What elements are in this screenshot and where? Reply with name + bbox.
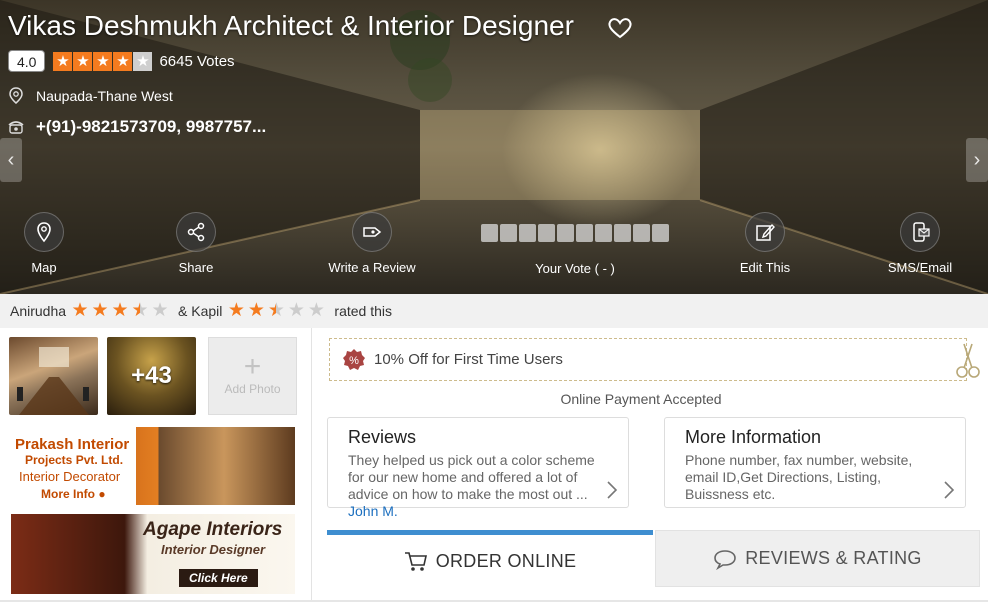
play-circle-icon: ● <box>98 487 106 501</box>
rating-row: 4.0 ★ ★ ★ ★ ★ 6645 Votes <box>8 50 235 72</box>
star-icon: ★ <box>133 51 153 71</box>
shopping-cart-icon <box>404 552 427 571</box>
vote-scale[interactable] <box>470 224 680 242</box>
reviews-card[interactable]: Reviews They helped us pick out a color … <box>327 417 629 519</box>
offer-text: 10% Off for First Time Users <box>374 351 563 368</box>
more-info-title: More Information <box>685 427 822 447</box>
reviews-title: Reviews <box>348 427 417 447</box>
map-pin-icon <box>37 222 51 243</box>
ad-tagline: Interior Decorator <box>19 469 121 484</box>
business-name: Vikas Deshmukh Architect & Interior Desi… <box>8 10 574 41</box>
ad-title: Agape Interiors <box>143 519 283 540</box>
gallery-next-button[interactable]: › <box>966 138 988 182</box>
ad-prakash-interior[interactable]: Prakash Interior Projects Pvt. Ltd. Inte… <box>11 427 295 505</box>
phone-text: +(91)-9821573709, 9987757... <box>36 117 267 136</box>
ad-more-info-link[interactable]: More Info ● <box>41 487 106 501</box>
rated-this-text: rated this <box>334 303 392 319</box>
offer-banner[interactable]: % 10% Off for First Time Users <box>329 338 967 381</box>
sms-email-label: SMS/Email <box>887 260 953 275</box>
edit-this-button[interactable]: Edit This <box>736 212 794 275</box>
share-label: Share <box>178 260 214 275</box>
sms-email-button[interactable]: SMS/Email <box>884 212 956 275</box>
conference-room-photo <box>17 347 89 415</box>
location-text: Naupada-Thane West <box>36 88 173 104</box>
rater-2-name[interactable]: & Kapil <box>178 303 222 319</box>
ad-title: Prakash Interior <box>15 436 130 453</box>
favorite-heart-icon[interactable] <box>607 16 633 40</box>
rated-by-bar: Anirudha ★ ★ ★ ★ ★ & Kapil ★ ★ ★ ★ ★ rat… <box>0 294 988 328</box>
star-icon: ★ <box>73 51 93 71</box>
rater-1-name[interactable]: Anirudha <box>10 303 66 319</box>
map-button[interactable]: Map <box>22 212 66 275</box>
more-photos-thumbnail[interactable]: +43 <box>107 337 196 415</box>
more-information-card[interactable]: More Information Phone number, fax numbe… <box>664 417 966 508</box>
review-author-link[interactable]: John M. <box>348 503 398 519</box>
pen-icon <box>363 227 382 237</box>
edit-this-label: Edit This <box>739 260 791 275</box>
action-bar: Map Share Write a Review Your Vote ( - )… <box>0 212 988 282</box>
rater-1-stars: ★ ★ ★ ★ ★ <box>70 301 170 321</box>
payment-info: Online Payment Accepted <box>560 391 722 407</box>
more-photos-count: +43 <box>131 362 172 389</box>
star-icon: ★ <box>93 51 113 71</box>
star-icon: ★ <box>151 300 169 321</box>
photo-thumbnail[interactable] <box>9 337 98 415</box>
tab-order-online[interactable]: ORDER ONLINE <box>327 530 653 587</box>
phone-row[interactable]: +(91)-9821573709, 9987757... <box>8 117 266 137</box>
star-icon: ★ <box>111 300 129 321</box>
scissors-icon <box>956 343 980 378</box>
edit-icon <box>756 223 775 241</box>
map-label: Map <box>31 260 57 275</box>
ad-subtitle: Projects Pvt. Ltd. <box>25 453 124 467</box>
half-star-icon: ★ <box>131 300 149 321</box>
chevron-right-icon <box>944 481 955 499</box>
half-star-icon: ★ <box>267 300 285 321</box>
star-icon: ★ <box>307 300 325 321</box>
your-vote-widget[interactable]: Your Vote ( - ) <box>470 212 680 276</box>
more-info-text: Phone number, fax number, website, email… <box>685 452 913 502</box>
sms-email-icon <box>913 222 930 242</box>
location-row[interactable]: Naupada-Thane West <box>8 87 173 105</box>
star-icon: ★ <box>113 51 133 71</box>
rating-badge: 4.0 <box>8 50 46 72</box>
plus-icon: + <box>243 350 262 383</box>
tab-reviews-rating-label: REVIEWS & RATING <box>745 548 922 568</box>
location-pin-icon <box>9 87 23 104</box>
write-review-button[interactable]: Write a Review <box>326 212 418 275</box>
write-review-label: Write a Review <box>328 260 416 275</box>
add-photo-button[interactable]: + Add Photo <box>208 337 297 415</box>
star-icon: ★ <box>71 300 89 321</box>
gallery-prev-button[interactable]: ‹ <box>0 138 22 182</box>
ad-agape-interiors[interactable]: Agape Interiors Interior Designer Click … <box>11 514 295 594</box>
share-icon <box>187 222 205 242</box>
add-photo-label: Add Photo <box>224 382 281 396</box>
star-icon: ★ <box>227 300 245 321</box>
star-icon: ★ <box>247 300 265 321</box>
reviews-snippet: They helped us pick out a color scheme f… <box>348 452 595 519</box>
your-vote-label: Your Vote ( - ) <box>535 261 615 276</box>
star-icon: ★ <box>287 300 305 321</box>
rater-2-stars: ★ ★ ★ ★ ★ <box>226 301 326 321</box>
star-icon: ★ <box>53 51 73 71</box>
chat-bubble-icon <box>714 549 737 570</box>
discount-badge-icon: % <box>343 348 365 370</box>
share-button[interactable]: Share <box>170 212 222 275</box>
phone-icon <box>8 121 24 134</box>
votes-count: 6645 Votes <box>159 52 235 70</box>
ad-subtitle: Interior Designer <box>161 542 266 557</box>
tab-order-online-label: ORDER ONLINE <box>435 550 577 571</box>
tab-reviews-rating[interactable]: REVIEWS & RATING <box>655 530 980 587</box>
ad-click-here-button[interactable]: Click Here <box>179 569 258 587</box>
rating-stars: ★ ★ ★ ★ ★ <box>53 51 153 71</box>
chevron-right-icon <box>607 481 618 499</box>
star-icon: ★ <box>91 300 109 321</box>
svg-text:%: % <box>349 355 359 367</box>
